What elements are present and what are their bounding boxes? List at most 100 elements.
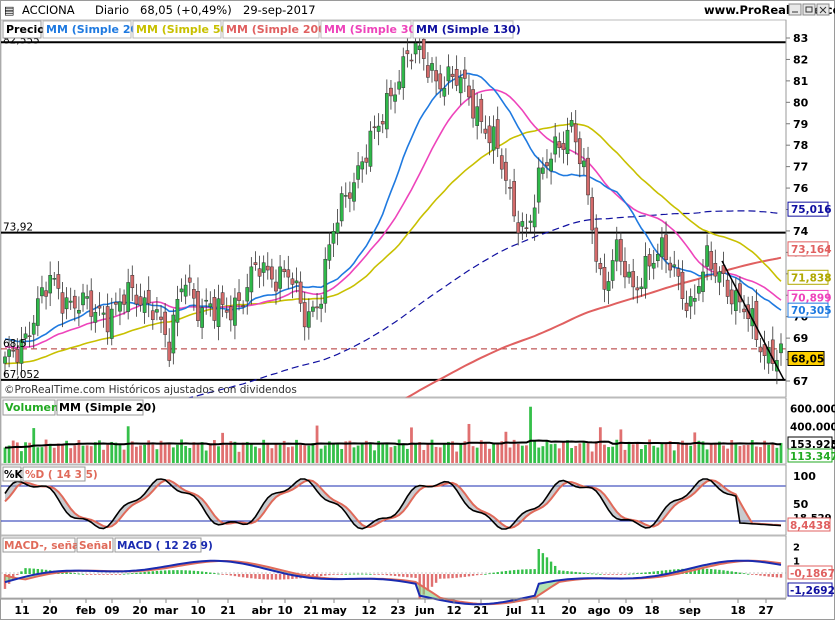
candle-body bbox=[101, 312, 106, 315]
volume-bar bbox=[102, 449, 105, 463]
volume-indicator-label[interactable]: MM (Simple 20) bbox=[59, 401, 156, 414]
volume-bar bbox=[397, 439, 401, 463]
macd-histogram-bar bbox=[24, 568, 27, 574]
macd-hist-label: MACD-, señal bbox=[4, 540, 83, 552]
candle-body bbox=[233, 297, 237, 326]
candle-body bbox=[709, 251, 714, 270]
macd-histogram-bar bbox=[262, 574, 265, 580]
volume-bar bbox=[381, 442, 385, 463]
volume-bar bbox=[344, 441, 348, 463]
macd-histogram-bar bbox=[361, 573, 364, 575]
volume-bar bbox=[69, 448, 73, 463]
macd-histogram-bar bbox=[270, 574, 274, 580]
macd-histogram-bar bbox=[377, 574, 380, 575]
volume-bar bbox=[426, 444, 430, 463]
candle-body bbox=[183, 284, 188, 297]
indicator-legend-label[interactable]: MM (Simple 20) bbox=[46, 23, 143, 36]
candle-body bbox=[479, 98, 484, 122]
window-controls[interactable] bbox=[788, 3, 830, 16]
volume-bar bbox=[672, 450, 676, 463]
svg-text:-1,2692: -1,2692 bbox=[790, 585, 835, 597]
macd-histogram-bar bbox=[463, 574, 467, 577]
x-tick-label: 10 bbox=[190, 604, 206, 617]
volume-bar bbox=[266, 442, 270, 463]
volume-bar bbox=[516, 443, 520, 463]
volume-badge: 113.347 bbox=[787, 448, 835, 463]
candle-body bbox=[311, 306, 315, 312]
candle-body bbox=[508, 187, 512, 189]
x-tick-label: may bbox=[321, 604, 347, 617]
macd-histogram-bar bbox=[623, 574, 627, 575]
x-tick-label: 20 bbox=[42, 604, 58, 617]
candle-body bbox=[582, 160, 586, 168]
volume-bar bbox=[459, 443, 463, 463]
candle-body bbox=[60, 292, 65, 314]
candle-body bbox=[655, 253, 660, 262]
volume-bar bbox=[258, 448, 261, 463]
macd-histogram-bar bbox=[759, 574, 762, 576]
x-tick-label: jul bbox=[505, 604, 521, 617]
macd-histogram-bar bbox=[492, 572, 495, 574]
candle-body bbox=[31, 322, 36, 335]
macd-histogram-bar bbox=[250, 574, 253, 579]
macd-histogram-bar bbox=[714, 569, 717, 574]
volume-bar bbox=[742, 445, 746, 463]
volume-bar bbox=[492, 443, 495, 463]
candle-body bbox=[192, 289, 196, 299]
volume-bar bbox=[44, 439, 48, 463]
macd-histogram-bar bbox=[430, 574, 434, 587]
volume-bar bbox=[40, 447, 44, 463]
volume-bar bbox=[369, 443, 372, 463]
volume-bar bbox=[110, 441, 114, 463]
candle-body bbox=[130, 274, 135, 289]
candle-body bbox=[450, 73, 455, 77]
volume-bar bbox=[389, 447, 393, 463]
x-tick-label: 21 bbox=[303, 604, 318, 617]
macd-histogram-bar bbox=[652, 571, 655, 574]
candle-body bbox=[430, 63, 434, 71]
macd-histogram-bar bbox=[200, 571, 204, 574]
macd-histogram-bar bbox=[701, 568, 705, 574]
volume-bar bbox=[81, 445, 85, 463]
volume-bar bbox=[623, 449, 627, 463]
volume-bar bbox=[656, 447, 660, 463]
volume-bar bbox=[3, 447, 7, 463]
minimize-button[interactable] bbox=[788, 3, 802, 16]
candle-body bbox=[684, 302, 689, 312]
x-tick-label: 23 bbox=[390, 604, 405, 617]
maximize-button[interactable] bbox=[802, 3, 816, 16]
macd-histogram-bar bbox=[98, 574, 101, 575]
stoch-d-label[interactable]: %D ( 14 3 5) bbox=[25, 469, 98, 481]
candle-body bbox=[220, 292, 225, 305]
candle-body bbox=[270, 266, 274, 280]
candle-body bbox=[590, 197, 594, 231]
candle-body bbox=[315, 306, 319, 309]
macd-histogram-bar bbox=[508, 570, 512, 574]
macd-histogram-bar bbox=[455, 574, 458, 578]
candle-body bbox=[758, 346, 763, 353]
candle-body bbox=[208, 303, 213, 308]
macd-panel: MACD-, señalSeñalMACD ( 12 26 9) 210-1 -… bbox=[0, 535, 835, 606]
macd-histogram-bar bbox=[315, 574, 319, 577]
macd-indicator-label[interactable]: MACD ( 12 26 9) bbox=[117, 540, 213, 552]
volume-bar bbox=[775, 447, 779, 463]
indicator-legend-label[interactable]: MM (Simple 130) bbox=[416, 23, 521, 36]
indicator-legend-label[interactable]: MM (Simple 200) bbox=[226, 23, 331, 36]
macd-histogram-bar bbox=[439, 574, 442, 579]
volume-bar bbox=[208, 443, 212, 463]
macd-histogram-bar bbox=[517, 569, 520, 574]
volume-bar bbox=[122, 449, 126, 463]
volume-bar bbox=[373, 450, 376, 463]
volume-panel-label: Volumen bbox=[5, 401, 59, 414]
volume-bar bbox=[418, 442, 422, 463]
candle-body bbox=[282, 268, 287, 272]
volume-bar bbox=[705, 449, 709, 463]
volume-bar bbox=[151, 444, 155, 463]
svg-text:8,4438: 8,4438 bbox=[790, 520, 831, 532]
macd-histogram-bar bbox=[771, 574, 774, 578]
indicator-legend-label[interactable]: MM (Simple 30) bbox=[324, 23, 421, 36]
indicator-legend-label[interactable]: MM (Simple 50) bbox=[136, 23, 233, 36]
price-panel-label: Precio bbox=[6, 23, 45, 36]
volume-bar bbox=[85, 445, 89, 463]
candle-body bbox=[126, 282, 131, 312]
